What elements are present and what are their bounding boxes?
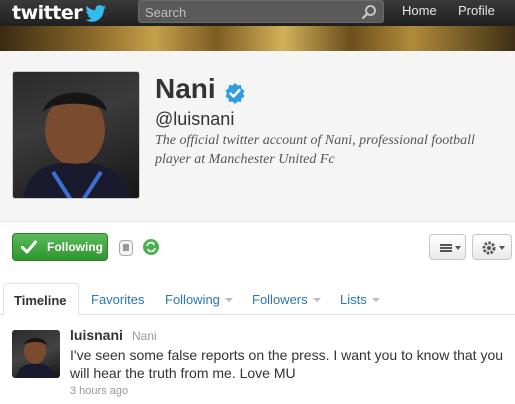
check-icon — [21, 240, 37, 254]
bio-line-2: player at Manchester United Fc — [155, 152, 335, 167]
nav-home-link[interactable]: Home — [402, 3, 437, 18]
tab-followers-label: Followers — [252, 292, 308, 307]
tab-favorites[interactable]: Favorites — [91, 292, 144, 307]
tab-favorites-label: Favorites — [91, 292, 145, 307]
profile-name: Nani — [155, 73, 216, 104]
search-input[interactable] — [145, 3, 355, 21]
nav-profile-link[interactable]: Profile — [458, 3, 495, 18]
tweet-avatar[interactable] — [12, 330, 60, 378]
search-icon[interactable] — [361, 4, 377, 20]
tweet-text: I've seen some false reports on the pres… — [70, 347, 504, 381]
verified-badge-icon — [225, 83, 245, 104]
tab-timeline-label: Timeline — [14, 293, 67, 308]
twitter-logo[interactable]: twitter — [12, 1, 107, 25]
device-icon[interactable] — [119, 240, 133, 256]
chevron-down-icon — [312, 297, 321, 302]
bio-line-1: The official twitter account of Nani, pr… — [155, 133, 475, 148]
tab-lists[interactable]: Lists — [340, 292, 380, 307]
profile-banner — [0, 26, 515, 51]
gear-menu-button[interactable] — [472, 234, 512, 260]
profile-avatar[interactable] — [12, 71, 140, 199]
list-icon — [440, 244, 461, 252]
chevron-down-icon — [371, 297, 380, 302]
tab-followers[interactable]: Followers — [252, 292, 321, 307]
profile-tabs: Timeline Favorites Following Followers L… — [0, 283, 515, 316]
profile-handle: @luisnani — [155, 109, 235, 129]
profile-action-bar: Following — [0, 221, 515, 271]
top-bar: twitter Home Profile — [0, 0, 515, 26]
tweet-item[interactable]: luisnani Nani I've seen some false repor… — [0, 316, 515, 404]
retweet-icon[interactable] — [143, 239, 159, 255]
profile-header: Nani @luisnani The official twitter acco… — [0, 51, 515, 221]
chevron-down-icon — [224, 297, 233, 302]
bird-icon — [85, 5, 107, 22]
tab-timeline[interactable]: Timeline — [3, 283, 79, 316]
tweet-username[interactable]: luisnani — [70, 327, 123, 343]
profile-bio: The official twitter account of Nani, pr… — [155, 131, 515, 169]
tweet-display-name[interactable]: Nani — [132, 329, 157, 343]
following-button[interactable]: Following — [12, 233, 108, 261]
tab-following[interactable]: Following — [165, 292, 233, 307]
search-box[interactable] — [138, 0, 384, 23]
gear-icon — [482, 241, 505, 255]
logo-text: twitter — [12, 2, 83, 24]
tab-lists-label: Lists — [340, 292, 367, 307]
following-button-label: Following — [47, 240, 103, 254]
list-menu-button[interactable] — [429, 234, 466, 260]
tweet-timestamp[interactable]: 3 hours ago — [70, 385, 128, 397]
tab-following-label: Following — [165, 292, 220, 307]
avatar-portrait — [23, 92, 131, 198]
avatar-portrait — [16, 337, 56, 378]
